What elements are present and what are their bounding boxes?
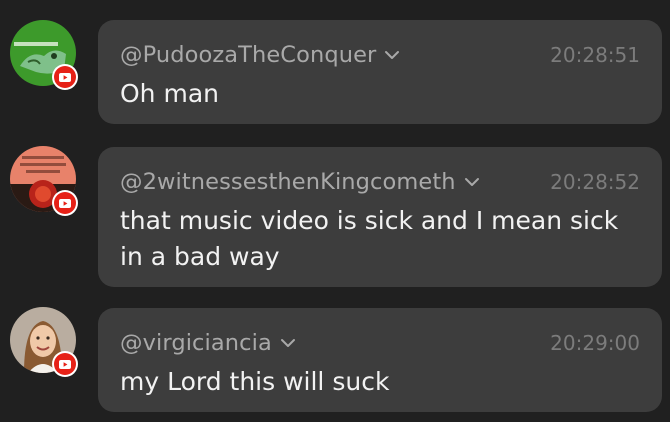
message-text: that music video is sick and I mean sick…: [120, 206, 619, 271]
message-header: @PudoozaTheConquer 20:28:51: [120, 40, 640, 70]
timestamp: 20:28:51: [550, 43, 640, 67]
avatar[interactable]: [10, 307, 78, 377]
message-bubble: @2witnessesthenKingcometh 20:28:52 that …: [98, 147, 662, 287]
author-name[interactable]: @PudoozaTheConquer: [120, 42, 376, 68]
chevron-down-icon[interactable]: [384, 50, 400, 60]
timestamp: 20:29:00: [550, 331, 640, 355]
youtube-icon: [52, 351, 78, 377]
message-text: my Lord this will suck: [120, 367, 390, 396]
timestamp: 20:28:52: [550, 170, 640, 194]
avatar[interactable]: [10, 20, 78, 90]
message-bubble: @virgiciancia 20:29:00 my Lord this will…: [98, 308, 662, 412]
message-text: Oh man: [120, 79, 219, 108]
chevron-down-icon[interactable]: [464, 177, 480, 187]
avatar[interactable]: [10, 146, 78, 216]
message-header: @virgiciancia 20:29:00: [120, 328, 640, 358]
chevron-down-icon[interactable]: [280, 338, 296, 348]
author-name[interactable]: @2witnessesthenKingcometh: [120, 169, 456, 195]
message-header: @2witnessesthenKingcometh 20:28:52: [120, 167, 640, 197]
author-name[interactable]: @virgiciancia: [120, 330, 272, 356]
youtube-icon: [52, 190, 78, 216]
chat-feed: @PudoozaTheConquer 20:28:51 Oh man @2wit…: [0, 0, 670, 422]
youtube-icon: [52, 64, 78, 90]
message-bubble: @PudoozaTheConquer 20:28:51 Oh man: [98, 20, 662, 124]
